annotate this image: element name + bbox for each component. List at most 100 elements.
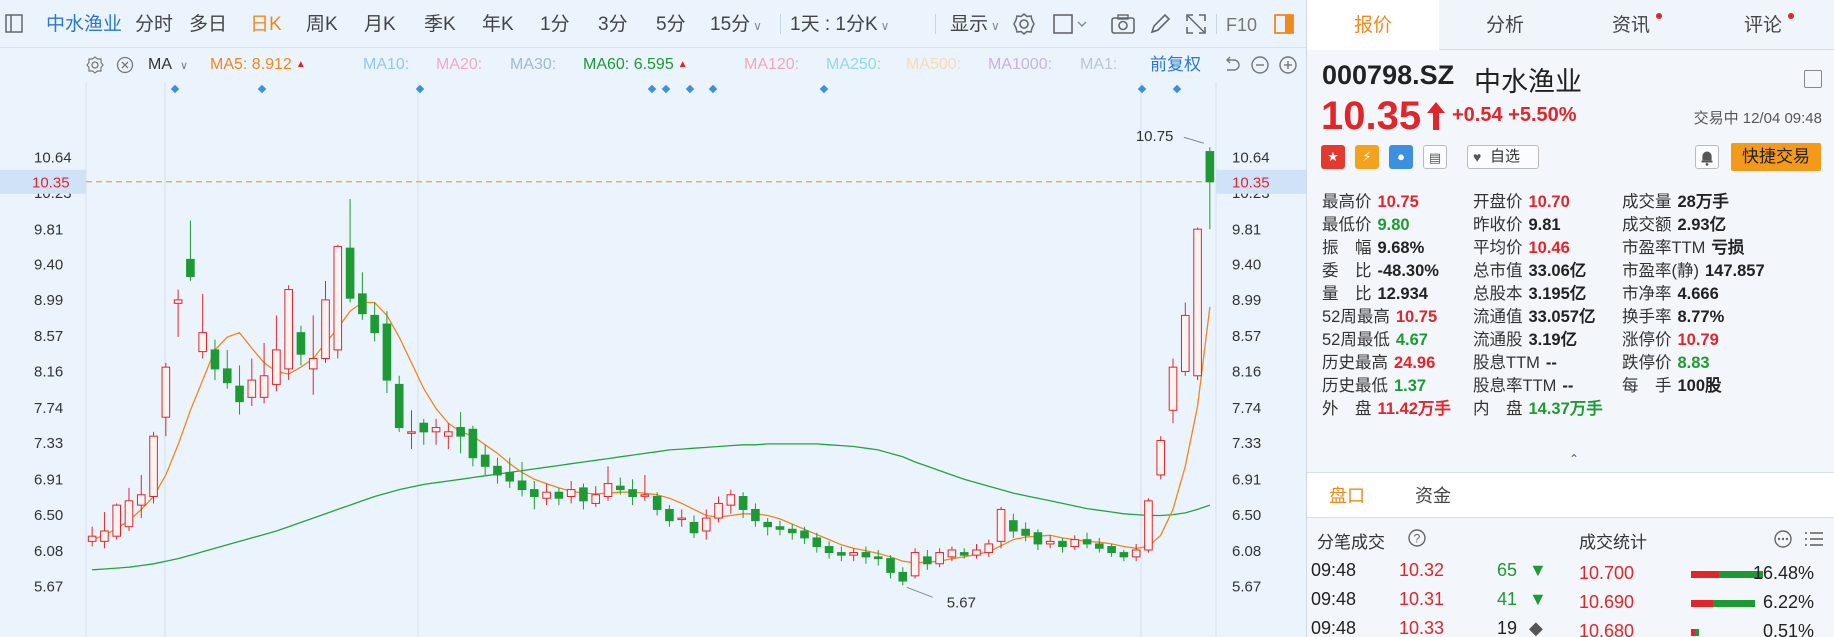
event-marker — [708, 84, 718, 94]
sidebar-toggle-icon[interactable] — [4, 12, 24, 36]
candle-up — [984, 543, 994, 554]
trade-status: 交易中 12/04 09:48 — [1693, 110, 1822, 127]
bell-icon[interactable] — [1695, 145, 1719, 169]
ma1000-value: MA1000: — [988, 56, 1053, 73]
stat-label: 跌停价 — [1622, 354, 1672, 372]
tag-icon[interactable]: ● — [1389, 145, 1413, 169]
stat-label: 成交额 — [1622, 216, 1672, 234]
layout-square-icon[interactable] — [1052, 12, 1090, 36]
more-icon[interactable] — [1773, 529, 1793, 549]
tab-order-book[interactable]: 盘口 — [1329, 473, 1365, 519]
quick-trade-button[interactable]: 快捷交易 — [1731, 143, 1821, 171]
tab-comments[interactable]: 评论 — [1703, 0, 1834, 50]
stat-value: 8.83 — [1677, 354, 1710, 372]
toolbar-divider — [780, 14, 781, 34]
candle-up — [910, 552, 920, 577]
ma10-value: MA10: — [363, 56, 410, 73]
panel-toggle-icon[interactable] — [1272, 12, 1296, 36]
china-flag-icon[interactable]: ★ — [1321, 145, 1345, 169]
zoom-out-icon[interactable] — [1250, 55, 1270, 75]
stat-value: 9.68% — [1377, 239, 1425, 257]
period-1min[interactable]: 1分 — [540, 0, 570, 48]
period-yearly[interactable]: 年K — [482, 0, 514, 48]
candle-down — [579, 487, 588, 502]
change-percent: +5.50% — [1508, 104, 1577, 126]
candle-down — [1033, 532, 1043, 545]
candle-down — [235, 385, 244, 403]
period-daily[interactable]: 日K — [250, 0, 282, 48]
ma60-line — [92, 443, 1211, 571]
combo-period-select[interactable]: 1天 : 1分K ∨ — [790, 0, 889, 48]
candle-down — [358, 293, 367, 315]
draw-pencil-icon[interactable] — [1148, 12, 1172, 36]
zoom-in-icon[interactable] — [1278, 55, 1298, 75]
undo-icon[interactable] — [1222, 56, 1242, 74]
chart-pane: 中水渔业 分时 多日 日K 周K 月K 季K 年K 1分 3分 5分 15分 ∨ … — [0, 0, 1306, 637]
ma-settings-icon[interactable] — [86, 56, 104, 74]
tab-quote[interactable]: 报价 — [1307, 0, 1439, 50]
candlestick-chart[interactable]: 10.6410.6410.2310.239.819.819.409.408.99… — [0, 82, 1306, 637]
ma-close-icon[interactable] — [116, 56, 134, 74]
tab-news[interactable]: 资讯 — [1571, 0, 1703, 50]
y-tick-label-left: 6.50 — [34, 507, 63, 524]
period-3min[interactable]: 3分 — [598, 0, 628, 48]
candle-down — [837, 552, 846, 556]
collapse-chevron-icon[interactable]: ⌃ — [1569, 452, 1579, 466]
tick-price: 10.32 — [1399, 560, 1445, 580]
stat-item: 股息TTM -- — [1473, 349, 1557, 373]
period-intraday[interactable]: 分时 — [135, 0, 173, 48]
tick-volume: 65 — [1497, 560, 1518, 580]
dist-percent: 6.22% — [1762, 592, 1814, 612]
event-marker — [257, 84, 267, 94]
y-tick-label-right: 7.33 — [1232, 435, 1261, 452]
f10-button[interactable]: F10 — [1226, 0, 1257, 48]
event-marker — [170, 84, 180, 94]
stat-label: 历史最高 — [1322, 354, 1388, 372]
fullscreen-icon[interactable] — [1184, 12, 1208, 36]
period-quarterly[interactable]: 季K — [424, 0, 456, 48]
candle-down — [554, 491, 564, 499]
stat-value: 1.37 — [1394, 377, 1427, 395]
ma-selector[interactable]: MA ∨ — [148, 48, 188, 82]
candle-down — [1107, 546, 1116, 554]
tab-analysis[interactable]: 分析 — [1439, 0, 1571, 50]
candle-up — [1045, 540, 1055, 545]
lightning-icon[interactable]: ⚡ — [1355, 145, 1379, 169]
tick-time: 09:48 — [1311, 618, 1357, 637]
settings-gear-icon[interactable] — [1012, 12, 1036, 36]
candle-down — [763, 521, 772, 528]
period-5min[interactable]: 5分 — [656, 0, 686, 48]
help-icon[interactable]: ? — [1407, 528, 1427, 548]
period-15min[interactable]: 15分 ∨ — [710, 0, 762, 48]
add-watchlist-button[interactable]: ♥ 自选 — [1467, 145, 1539, 169]
candle-up — [1180, 314, 1190, 372]
stat-label: 振 幅 — [1322, 239, 1372, 257]
y-tick-label-left: 8.99 — [34, 292, 63, 309]
stock-name: 中水渔业 — [1474, 67, 1582, 97]
list-icon[interactable] — [1803, 529, 1825, 549]
period-monthly[interactable]: 月K — [364, 0, 396, 48]
candle-up — [308, 358, 318, 370]
chevron-down-icon: ∨ — [991, 19, 1000, 33]
stat-item: 52周最高 10.75 — [1322, 303, 1437, 327]
stat-value: 8.77% — [1677, 308, 1725, 326]
period-weekly[interactable]: 周K — [306, 0, 338, 48]
period-multiday[interactable]: 多日 — [189, 0, 227, 48]
candle-down — [959, 552, 969, 556]
last-price: 10.35 — [1321, 94, 1422, 138]
tab-capital[interactable]: 资金 — [1415, 473, 1451, 519]
stat-value: 3.195亿 — [1528, 285, 1587, 303]
candle-down — [923, 556, 932, 565]
stock-name-tab[interactable]: 中水渔业 — [46, 0, 122, 48]
unread-dot — [1656, 13, 1662, 19]
stat-value: 4.666 — [1677, 285, 1719, 303]
stat-item: 跌停价 8.83 — [1622, 349, 1710, 373]
camera-icon[interactable] — [1110, 12, 1136, 36]
display-menu[interactable]: 显示 ∨ — [950, 0, 1000, 48]
adjust-mode-button[interactable]: 前复权 — [1150, 48, 1201, 82]
event-marker — [819, 84, 829, 94]
panel-layout-icon[interactable] — [1804, 70, 1822, 88]
stat-label: 委 比 — [1322, 262, 1372, 280]
note-icon[interactable]: ▤ — [1423, 145, 1447, 169]
stat-item: 内 盘 14.37万手 — [1473, 395, 1603, 419]
